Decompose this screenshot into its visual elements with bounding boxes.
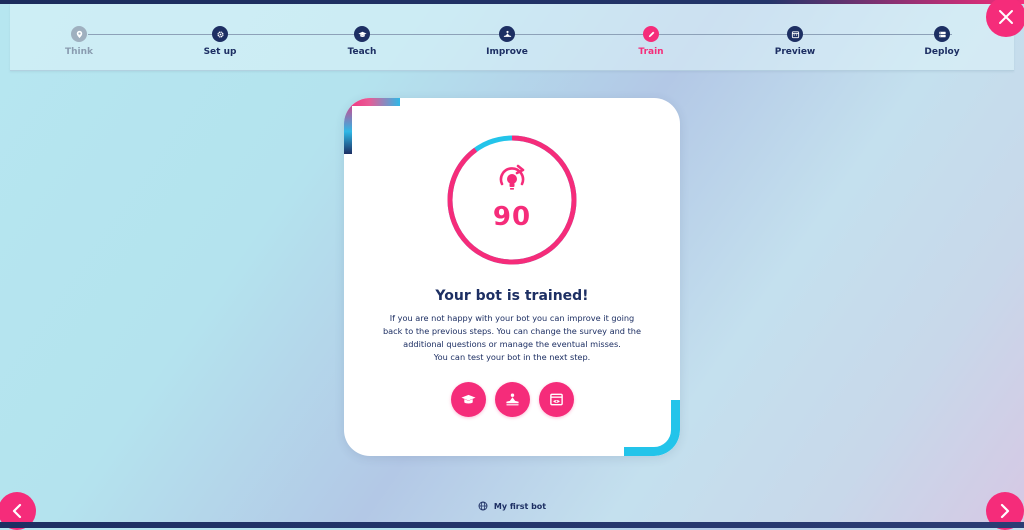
improve-button[interactable]	[494, 382, 530, 417]
step-set-up[interactable]: Set up	[175, 26, 265, 57]
globe-icon	[478, 501, 488, 511]
step-label: Train	[638, 47, 664, 57]
pin-icon	[71, 26, 87, 42]
calendar-icon	[787, 26, 803, 42]
bulb-refresh-icon	[499, 164, 525, 190]
description-line: back to the previous steps. You can chan…	[382, 326, 642, 336]
step-think[interactable]: Think	[34, 26, 124, 57]
trained-card: 90 Your bot is trained! If you are not h…	[344, 98, 680, 456]
step-teach[interactable]: Teach	[317, 26, 407, 57]
step-label: Think	[64, 47, 94, 57]
graduation-cap-icon	[460, 394, 476, 404]
card-description: If you are not happy with your bot you c…	[372, 312, 652, 364]
step-label: Improve	[486, 47, 528, 57]
meditation-icon	[505, 393, 519, 406]
bot-indicator[interactable]: My first bot	[0, 501, 1024, 511]
meditation-icon	[499, 26, 515, 42]
step-label: Teach	[347, 47, 377, 57]
bot-name: My first bot	[493, 501, 547, 511]
pencil-icon	[643, 26, 659, 42]
preview-button[interactable]	[538, 382, 574, 417]
step-train[interactable]: Train	[606, 26, 696, 57]
preview-window-icon	[549, 393, 563, 406]
bottom-strip	[0, 522, 1024, 528]
score-value: 90	[492, 202, 532, 232]
corner-accent-left	[344, 98, 352, 154]
step-label: Set up	[203, 47, 237, 57]
progress-stepper: Think Set up Teach Improve Train Preview	[10, 4, 1014, 71]
action-buttons	[344, 382, 680, 417]
description-line: You can test your bot in the next step.	[433, 352, 591, 362]
step-label: Deploy	[924, 47, 960, 57]
close-icon	[999, 10, 1013, 24]
close-button[interactable]	[986, 0, 1024, 37]
description-line: additional questions or manage the event…	[403, 339, 621, 349]
gear-icon	[212, 26, 228, 42]
teach-button[interactable]	[450, 382, 486, 417]
score-ring	[447, 135, 577, 265]
step-improve[interactable]: Improve	[462, 26, 552, 57]
server-icon	[934, 26, 950, 42]
step-label: Preview	[774, 47, 816, 57]
graduation-cap-icon	[354, 26, 370, 42]
step-deploy[interactable]: Deploy	[897, 26, 987, 57]
card-title: Your bot is trained!	[435, 288, 589, 304]
description-line: If you are not happy with your bot you c…	[389, 313, 635, 323]
corner-accent-top	[344, 98, 400, 106]
step-preview[interactable]: Preview	[750, 26, 840, 57]
